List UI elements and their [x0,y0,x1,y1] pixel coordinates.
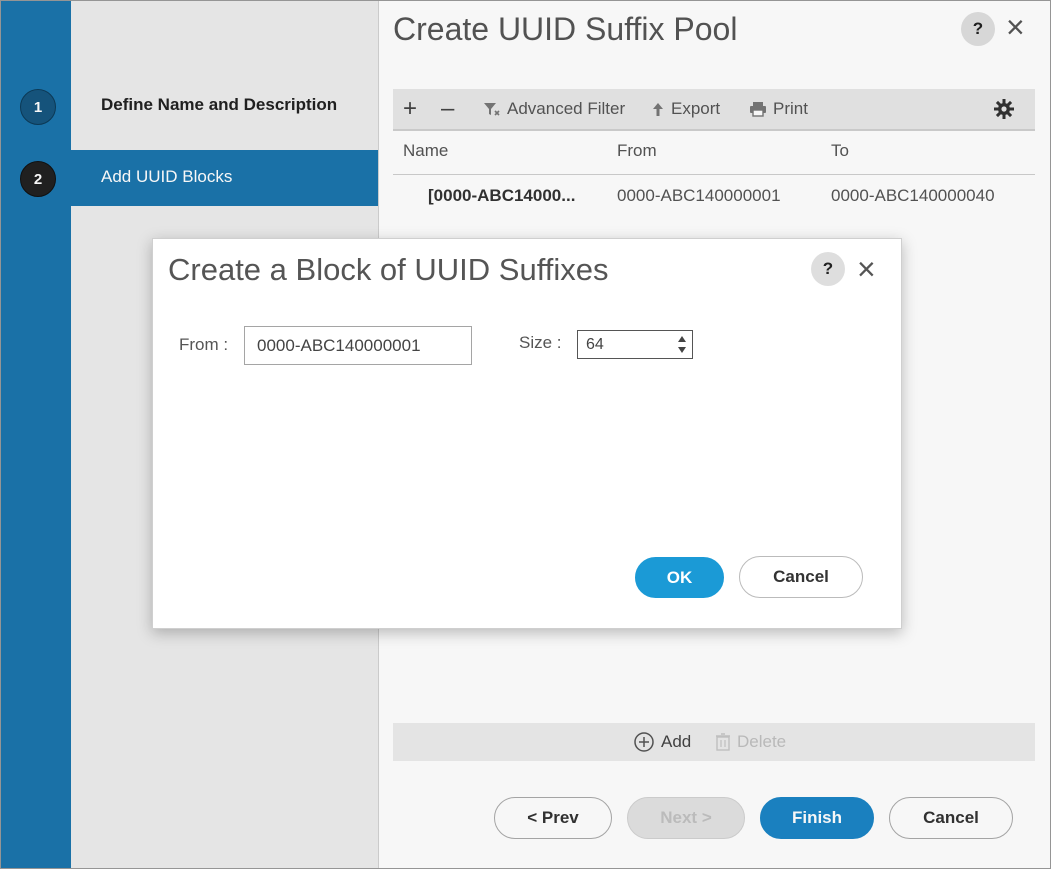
dialog-cancel-button[interactable]: Cancel [739,556,863,598]
size-input[interactable] [578,331,682,358]
from-input[interactable] [244,326,472,365]
dialog-close-icon[interactable]: × [857,253,876,285]
dialog-title: Create a Block of UUID Suffixes [168,252,609,287]
from-label: From : [179,335,229,354]
ok-button[interactable]: OK [635,557,724,598]
size-label: Size : [519,333,562,352]
create-block-dialog: Create a Block of UUID Suffixes ? × From… [152,238,902,629]
dialog-help-icon[interactable]: ? [811,252,845,286]
size-stepper[interactable] [577,330,693,359]
stepper-arrows-icon[interactable] [676,334,688,355]
